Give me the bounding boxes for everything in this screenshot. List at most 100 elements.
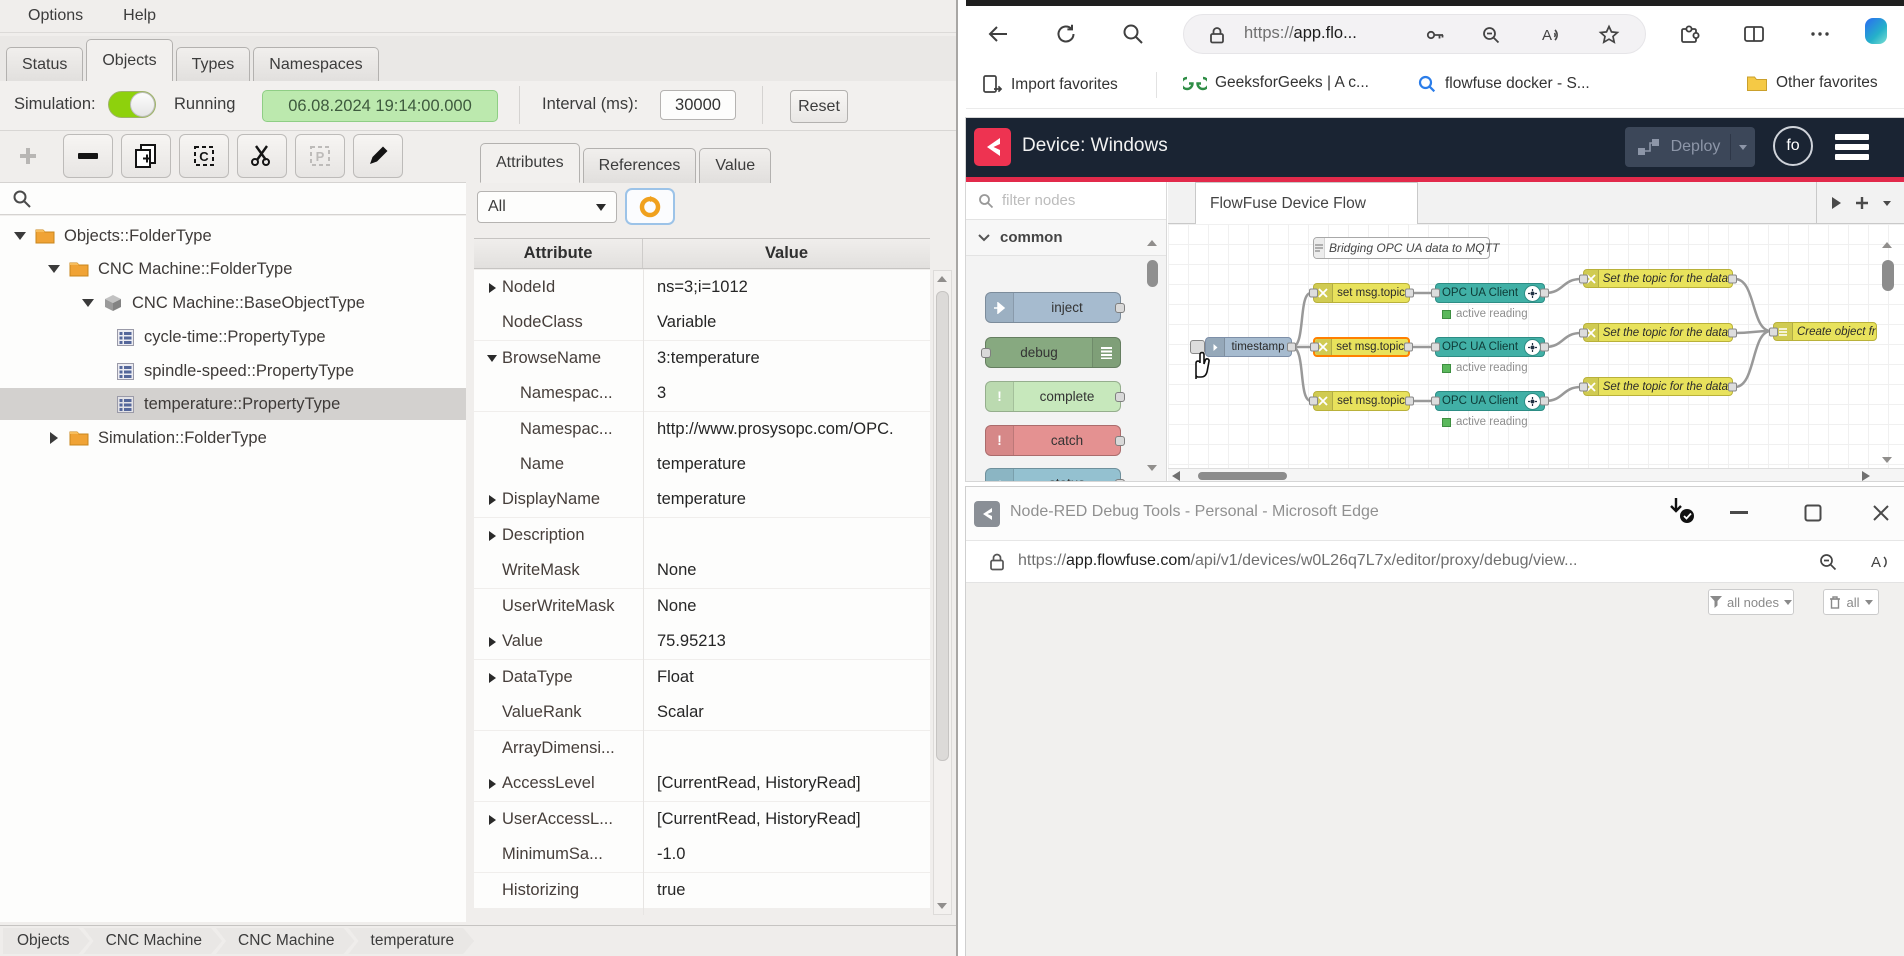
attr-row-arraydimensions[interactable]: ArrayDimensi...: [474, 731, 930, 766]
breadcrumb-cnc-machine-1[interactable]: CNC Machine: [84, 928, 222, 954]
tab-value[interactable]: Value: [699, 148, 771, 183]
tab-types[interactable]: Types: [176, 47, 251, 82]
output-port[interactable]: [1405, 289, 1414, 298]
breadcrumb-cnc-machine-2[interactable]: CNC Machine: [216, 928, 354, 954]
expand-icon[interactable]: [474, 815, 502, 825]
attr-row-displayname[interactable]: DisplayNametemperature: [474, 482, 930, 517]
flow-node-set-topic-1[interactable]: Set the topic for the data: [1583, 269, 1733, 288]
simulation-toggle[interactable]: [108, 91, 156, 118]
cut-button[interactable]: [237, 134, 287, 178]
output-port[interactable]: [1728, 382, 1737, 391]
attr-row-browsename[interactable]: BrowseName3:temperature: [474, 341, 930, 376]
palette-node-complete[interactable]: ! complete: [985, 381, 1121, 412]
close-button[interactable]: [1872, 504, 1890, 522]
hscrollbar-thumb[interactable]: [1198, 472, 1287, 480]
attr-row-datatype[interactable]: DataTypeFloat: [474, 660, 930, 695]
output-port[interactable]: [1287, 343, 1296, 352]
collapse-icon[interactable]: [80, 299, 96, 307]
flow-canvas[interactable]: Bridging OPC UA data to MQTT: [1168, 224, 1904, 468]
tab-attributes[interactable]: Attributes: [480, 143, 580, 183]
refresh-button[interactable]: [1054, 23, 1076, 45]
copilot-icon[interactable]: [1865, 20, 1887, 42]
tree-item-cycle-time[interactable]: cycle-time::PropertyType: [0, 321, 466, 353]
scroll-up-arrow[interactable]: [937, 276, 947, 282]
flow-node-set-topic-3[interactable]: Set the topic for the data: [1583, 377, 1733, 396]
attr-row-userwritemask[interactable]: UserWriteMaskNone: [474, 589, 930, 624]
column-value[interactable]: Value: [643, 239, 930, 268]
debug-filter-button[interactable]: all nodes: [1708, 589, 1794, 615]
input-port[interactable]: [1310, 343, 1319, 352]
duplicate-button[interactable]: [121, 134, 171, 178]
palette-node-status[interactable]: status: [985, 468, 1121, 481]
canvas-hscrollbar[interactable]: [1168, 468, 1904, 481]
flow-node-set-topic-2[interactable]: Set the topic for the data: [1583, 323, 1733, 342]
attr-row-useraccesslevel[interactable]: UserAccessL...[CurrentRead, HistoryRead]: [474, 802, 930, 837]
download-complete-icon[interactable]: [1666, 497, 1700, 533]
favorite-flowfuse-docker[interactable]: flowfuse docker - S...: [1417, 74, 1590, 94]
input-port[interactable]: [1579, 328, 1588, 337]
tab-objects[interactable]: Objects: [86, 39, 172, 82]
add-node-button[interactable]: [3, 134, 53, 178]
expand-icon[interactable]: [474, 779, 502, 789]
user-avatar[interactable]: fo: [1773, 126, 1813, 166]
flow-tab[interactable]: FlowFuse Device Flow: [1195, 182, 1418, 224]
flow-node-create-object[interactable]: Create object from: [1773, 322, 1877, 341]
attributes-scrollbar[interactable]: [933, 270, 952, 915]
collapse-icon[interactable]: [474, 355, 502, 362]
menu-options[interactable]: Options: [28, 7, 83, 25]
output-port[interactable]: [1115, 303, 1125, 313]
password-key-icon[interactable]: [1424, 24, 1446, 46]
input-port[interactable]: [1579, 274, 1588, 283]
column-attribute[interactable]: Attribute: [474, 239, 643, 268]
expand-icon[interactable]: [474, 495, 502, 505]
output-port[interactable]: [1540, 397, 1549, 406]
palette-scrollbar-thumb[interactable]: [1147, 260, 1158, 287]
attr-row-valuerank[interactable]: ValueRankScalar: [474, 695, 930, 730]
add-flow-icon[interactable]: [1855, 196, 1869, 210]
deploy-button[interactable]: Deploy: [1625, 127, 1755, 167]
lock-icon[interactable]: [1206, 24, 1228, 46]
breadcrumb-objects[interactable]: Objects: [3, 928, 90, 954]
palette-node-inject[interactable]: inject: [985, 292, 1121, 323]
tree-item-cnc-object[interactable]: CNC Machine::BaseObjectType: [0, 287, 466, 319]
tree-item-objects[interactable]: Objects::FolderType: [0, 220, 466, 252]
tree-search[interactable]: [0, 182, 466, 215]
debug-window-titlebar[interactable]: Node-RED Debug Tools - Personal - Micros…: [966, 487, 1904, 541]
attribute-filter-dropdown[interactable]: All: [477, 191, 617, 223]
debug-url-bar[interactable]: https://app.flowfuse.com/api/v1/devices/…: [966, 541, 1904, 583]
input-port[interactable]: [1769, 327, 1778, 336]
collapse-icon[interactable]: [46, 265, 62, 273]
read-aloud-icon[interactable]: A: [1869, 552, 1891, 572]
favorite-geeksforgeeks[interactable]: GeeksforGeeks | A c...: [1183, 74, 1369, 92]
output-port[interactable]: [1115, 479, 1125, 481]
input-port[interactable]: [1431, 289, 1440, 298]
refresh-attributes-button[interactable]: [625, 188, 675, 225]
palette-search[interactable]: filter nodes: [966, 182, 1166, 220]
flow-list-caret[interactable]: [1883, 201, 1891, 206]
flow-node-opcua-client-3[interactable]: OPC UA Client: [1435, 391, 1545, 411]
output-port[interactable]: [1728, 274, 1737, 283]
input-port[interactable]: [1309, 289, 1318, 298]
output-port[interactable]: [1540, 289, 1549, 298]
debug-clear-button[interactable]: all: [1823, 589, 1879, 615]
output-port[interactable]: [1115, 436, 1125, 446]
attr-row-name[interactable]: Nametemperature: [474, 447, 930, 482]
attr-row-value[interactable]: Value75.95213: [474, 624, 930, 659]
input-port[interactable]: [1431, 343, 1440, 352]
import-favorites[interactable]: Import favorites: [981, 74, 1118, 96]
attr-row-description[interactable]: Description: [474, 518, 930, 553]
expand-icon[interactable]: [474, 673, 502, 683]
scroll-right-icon[interactable]: [1862, 471, 1870, 481]
canvas-scroll-down[interactable]: [1882, 457, 1892, 463]
output-port[interactable]: [1540, 343, 1549, 352]
canvas-scroll-up[interactable]: [1882, 242, 1892, 248]
flow-node-opcua-client-2[interactable]: OPC UA Client: [1435, 337, 1545, 357]
extensions-puzzle-icon[interactable]: [1678, 23, 1700, 45]
scrollbar-thumb[interactable]: [936, 291, 949, 761]
attr-row-nodeclass[interactable]: NodeClassVariable: [474, 305, 930, 340]
edit-button[interactable]: [353, 134, 403, 178]
input-port[interactable]: [1309, 397, 1318, 406]
other-favorites[interactable]: Other favorites: [1746, 74, 1878, 92]
flow-node-opcua-client-1[interactable]: OPC UA Client: [1435, 283, 1545, 303]
tree-item-cnc-folder[interactable]: CNC Machine::FolderType: [0, 253, 466, 285]
